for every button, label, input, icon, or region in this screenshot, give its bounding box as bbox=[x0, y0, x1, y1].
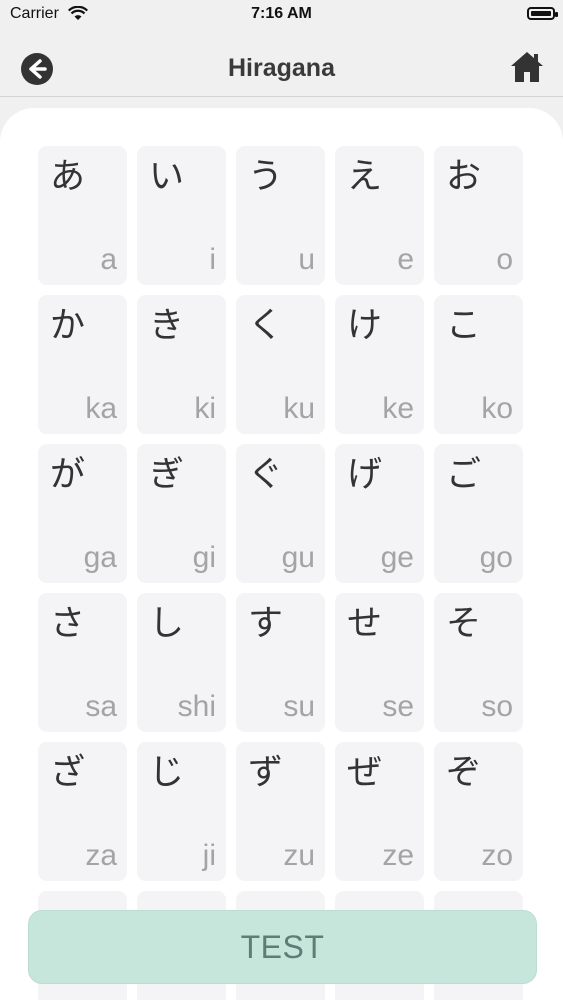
kana-card[interactable]: いi bbox=[137, 146, 226, 285]
kana-card[interactable]: ぐ gu bbox=[236, 444, 325, 583]
kana-card[interactable]: さ sa bbox=[38, 593, 127, 732]
kana-character: せ bbox=[347, 604, 383, 644]
kana-card[interactable]: ぜ ze bbox=[335, 742, 424, 881]
romaji-label: ku bbox=[283, 392, 315, 425]
romaji-label: ze bbox=[382, 839, 414, 872]
kana-sheet: あ a い i う u え e お o か ka き ki く ku け ke こ ko が ga ぎ gi ぐ gu げ ge ご go… bbox=[0, 108, 563, 1000]
kana-card[interactable]: し shi bbox=[137, 593, 226, 732]
kana-card[interactable]: あa bbox=[38, 146, 127, 285]
kana-card[interactable]: ご go bbox=[434, 444, 523, 583]
romaji-label: sa bbox=[85, 690, 117, 723]
kana-character: か bbox=[50, 306, 86, 346]
romaji-label: zo bbox=[481, 839, 513, 872]
romaji-label: shi bbox=[177, 690, 216, 723]
romaji-label: i bbox=[209, 243, 216, 276]
kana-character: ぜ bbox=[347, 753, 383, 793]
test-button[interactable]: TEST bbox=[28, 910, 537, 984]
romaji-label: ki bbox=[194, 392, 216, 425]
kana-card[interactable]: じ ji bbox=[137, 742, 226, 881]
kana-character: こ bbox=[446, 306, 482, 346]
kana-card[interactable]: ざ za bbox=[38, 742, 127, 881]
kana-character: そ bbox=[446, 604, 482, 644]
romaji-label: zu bbox=[283, 839, 315, 872]
kana-character: ぞ bbox=[446, 753, 482, 793]
romaji-label: su bbox=[283, 690, 315, 723]
kana-character: が bbox=[50, 455, 86, 495]
kana-character: ざ bbox=[50, 753, 86, 793]
kana-character: さ bbox=[50, 604, 86, 644]
kana-card[interactable]: が ga bbox=[38, 444, 127, 583]
kana-character: ぐ bbox=[248, 455, 284, 495]
kana-character: く bbox=[248, 306, 284, 346]
kana-card[interactable]: か ka bbox=[38, 295, 127, 434]
romaji-label: gi bbox=[192, 541, 216, 574]
page-title: Hiragana bbox=[228, 54, 335, 82]
status-bar: Carrier 7:16 AM bbox=[0, 0, 563, 30]
romaji-label: gu bbox=[281, 541, 315, 574]
kana-card[interactable]: そ so bbox=[434, 593, 523, 732]
romaji-label: ke bbox=[382, 392, 414, 425]
kana-card[interactable]: こ ko bbox=[434, 295, 523, 434]
kana-character: す bbox=[248, 604, 284, 644]
romaji-label: ji bbox=[202, 839, 216, 872]
kana-card[interactable]: く ku bbox=[236, 295, 325, 434]
romaji-label: za bbox=[85, 839, 117, 872]
romaji-label: o bbox=[496, 243, 513, 276]
kana-character: え bbox=[347, 157, 383, 197]
navigation-bar: Hiragana bbox=[0, 30, 563, 97]
kana-card[interactable]: おo bbox=[434, 146, 523, 285]
kana-card[interactable]: うu bbox=[236, 146, 325, 285]
romaji-label: ka bbox=[85, 392, 117, 425]
kana-card[interactable]: げ ge bbox=[335, 444, 424, 583]
kana-character: う bbox=[248, 157, 284, 197]
kana-character: ぎ bbox=[149, 455, 185, 495]
kana-card[interactable]: す su bbox=[236, 593, 325, 732]
kana-character: げ bbox=[347, 455, 383, 495]
kana-character: い bbox=[149, 157, 185, 197]
kana-character: け bbox=[347, 306, 383, 346]
kana-grid: あ a い i う u え e お o か ka き ki く ku け ke こ ko が ga ぎ gi ぐ gu げ ge ご go… bbox=[38, 146, 523, 1000]
romaji-label: u bbox=[298, 243, 315, 276]
kana-card[interactable]: ぞ zo bbox=[434, 742, 523, 881]
battery-icon bbox=[527, 7, 558, 20]
romaji-label: ge bbox=[380, 541, 414, 574]
romaji-label: a bbox=[100, 243, 117, 276]
kana-character: お bbox=[446, 157, 482, 197]
kana-card[interactable]: ぎ gi bbox=[137, 444, 226, 583]
romaji-label: ga bbox=[83, 541, 117, 574]
kana-character: じ bbox=[149, 753, 185, 793]
romaji-label: go bbox=[479, 541, 513, 574]
kana-card[interactable]: せ se bbox=[335, 593, 424, 732]
home-icon[interactable] bbox=[509, 50, 545, 84]
kana-card[interactable]: えe bbox=[335, 146, 424, 285]
kana-card[interactable]: ず zu bbox=[236, 742, 325, 881]
kana-card[interactable]: き ki bbox=[137, 295, 226, 434]
test-button-label: TEST bbox=[240, 928, 325, 965]
kana-character: あ bbox=[50, 157, 86, 197]
kana-character: し bbox=[149, 604, 185, 644]
romaji-label: ko bbox=[481, 392, 513, 425]
kana-character: き bbox=[149, 306, 185, 346]
romaji-label: e bbox=[397, 243, 414, 276]
kana-card[interactable]: け ke bbox=[335, 295, 424, 434]
romaji-label: se bbox=[382, 690, 414, 723]
kana-character: ず bbox=[248, 753, 284, 793]
clock: 7:16 AM bbox=[251, 5, 312, 22]
kana-character: ご bbox=[446, 455, 482, 495]
romaji-label: so bbox=[481, 690, 513, 723]
